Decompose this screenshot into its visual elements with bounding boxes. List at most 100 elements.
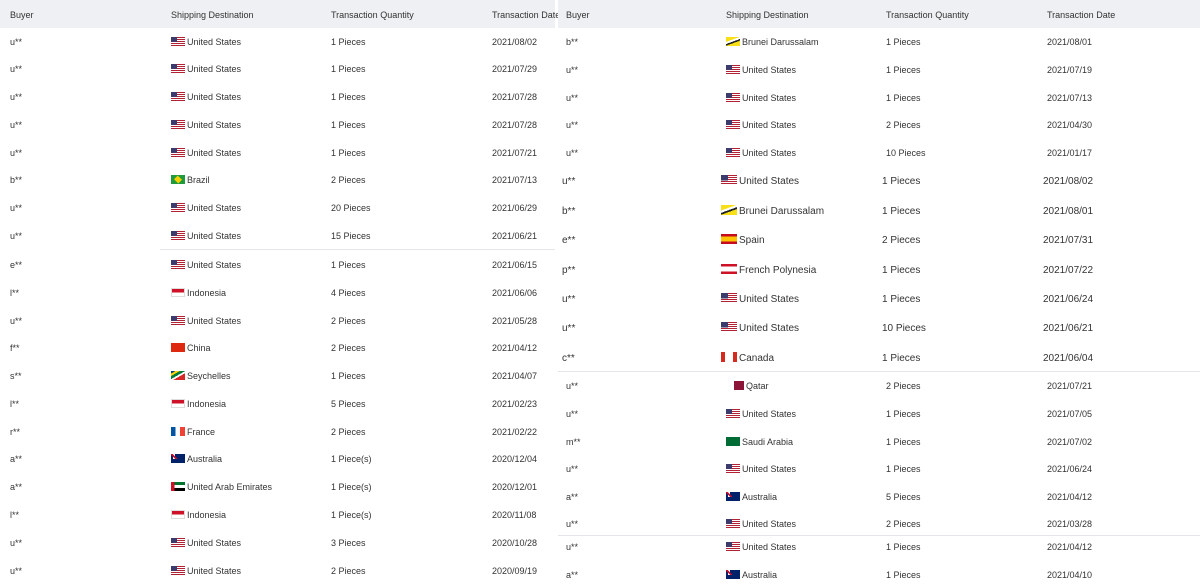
- buyer-cell: c**: [562, 353, 575, 364]
- quantity-cell: 2 Pieces: [882, 235, 921, 246]
- quantity-cell: 1 Pieces: [886, 570, 921, 580]
- quantity-cell: 1 Pieces: [886, 93, 921, 103]
- quantity-cell: 1 Pieces: [886, 437, 921, 447]
- date-cell: 2021/05/28: [492, 316, 538, 326]
- destination-label: Indonesia: [187, 510, 227, 520]
- buyer-cell: u**: [10, 92, 23, 102]
- bn-flag-icon: [726, 37, 740, 46]
- quantity-cell: 1 Pieces: [331, 148, 366, 158]
- destination-cell: United States: [171, 565, 241, 577]
- destination-cell: Brunei Darussalam: [721, 205, 824, 218]
- date-cell: 2021/07/28: [492, 120, 538, 130]
- quantity-cell: 10 Pieces: [886, 148, 926, 158]
- date-cell: 2021/03/28: [1047, 519, 1093, 529]
- destination-label: United States: [742, 409, 797, 419]
- date-cell: 2021/07/19: [1047, 65, 1093, 75]
- date-cell: 2021/07/29: [492, 64, 538, 74]
- buyer-cell: l**: [10, 399, 20, 409]
- qa-flag-icon: [730, 381, 744, 390]
- destination-label: United States: [739, 323, 800, 334]
- us-flag-icon: [171, 92, 185, 101]
- table-header: Buyer Shipping Destination Transaction Q…: [0, 0, 560, 28]
- date-cell: 2021/06/04: [1043, 353, 1094, 364]
- destination-label: Brunei Darussalam: [742, 37, 819, 47]
- fr-flag-icon: [171, 427, 185, 436]
- quantity-cell: 1 Piece(s): [331, 482, 372, 492]
- bn-flag-icon: [721, 205, 737, 215]
- destination-cell: United States: [171, 537, 241, 549]
- date-cell: 2020/10/28: [492, 538, 538, 548]
- date-cell: 2020/09/19: [492, 566, 538, 576]
- quantity-cell: 1 Pieces: [886, 409, 921, 419]
- destination-cell: United States: [171, 91, 241, 103]
- us-flag-icon: [721, 293, 737, 303]
- quantity-cell: 1 Pieces: [331, 260, 366, 270]
- destination-label: Brunei Darussalam: [739, 206, 825, 217]
- destination-cell: United States: [171, 315, 241, 327]
- buyer-cell: a**: [10, 482, 23, 492]
- buyer-cell: u**: [566, 409, 579, 419]
- destination-label: United States: [742, 93, 797, 103]
- quantity-cell: 2 Pieces: [331, 427, 366, 437]
- destination-cell: United States: [726, 64, 796, 76]
- destination-column-header: Shipping Destination: [726, 10, 809, 20]
- buyer-cell: b**: [10, 175, 23, 185]
- quantity-column-header: Transaction Quantity: [331, 10, 414, 20]
- date-cell: 2021/06/24: [1043, 294, 1094, 305]
- quantity-cell: 2 Pieces: [331, 175, 366, 185]
- quantity-cell: 2 Pieces: [331, 316, 366, 326]
- date-cell: 2021/07/28: [492, 92, 538, 102]
- destination-cell: United States: [726, 408, 796, 420]
- buyer-cell: a**: [10, 454, 23, 464]
- date-column-header: Transaction Date: [1047, 10, 1116, 20]
- destination-cell: United States: [726, 92, 796, 104]
- destination-cell: Indonesia: [171, 398, 226, 410]
- us-flag-icon: [721, 322, 737, 332]
- buyer-cell: u**: [566, 120, 579, 130]
- destination-cell: United States: [171, 119, 241, 131]
- us-flag-icon: [171, 64, 185, 73]
- date-cell: 2021/07/21: [492, 148, 538, 158]
- destination-cell: United States: [726, 147, 796, 159]
- destination-cell: United States: [171, 147, 241, 159]
- quantity-cell: 2 Pieces: [886, 519, 921, 529]
- date-cell: 2021/07/13: [1047, 93, 1093, 103]
- buyer-cell: b**: [566, 37, 579, 47]
- quantity-cell: 5 Pieces: [886, 492, 921, 502]
- sa-flag-icon: [726, 437, 740, 446]
- quantity-cell: 1 Pieces: [882, 353, 921, 364]
- buyer-cell: u**: [566, 93, 579, 103]
- destination-label: United States: [742, 65, 797, 75]
- date-cell: 2020/11/08: [492, 510, 537, 520]
- destination-cell: Australia: [726, 569, 777, 581]
- date-cell: 2021/07/31: [1043, 235, 1094, 246]
- buyer-cell: u**: [566, 148, 579, 158]
- left-transaction-table: Buyer Shipping Destination Transaction Q…: [0, 0, 560, 585]
- transactions-page: Buyer Shipping Destination Transaction Q…: [0, 0, 1200, 585]
- quantity-cell: 2 Pieces: [331, 343, 366, 353]
- destination-label: United Arab Emirates: [187, 482, 273, 492]
- destination-label: Brazil: [187, 175, 210, 185]
- us-flag-icon: [171, 538, 185, 547]
- buyer-column-header: Buyer: [10, 10, 34, 20]
- row-divider: [160, 249, 555, 250]
- destination-label: China: [187, 343, 211, 353]
- quantity-cell: 1 Pieces: [331, 37, 366, 47]
- destination-cell: United States: [726, 518, 796, 530]
- destination-cell: United States: [171, 202, 241, 214]
- us-flag-icon: [726, 464, 740, 473]
- date-cell: 2021/04/12: [1047, 492, 1093, 502]
- destination-label: United States: [187, 37, 242, 47]
- destination-cell: United States: [726, 463, 796, 475]
- buyer-cell: u**: [566, 464, 579, 474]
- quantity-cell: 20 Pieces: [331, 203, 371, 213]
- date-cell: 2021/04/07: [492, 371, 538, 381]
- buyer-cell: u**: [566, 519, 579, 529]
- buyer-cell: e**: [10, 260, 23, 270]
- destination-cell: United States: [721, 293, 799, 306]
- date-cell: 2021/02/23: [492, 399, 538, 409]
- destination-label: Indonesia: [187, 399, 227, 409]
- destination-label: United States: [739, 176, 800, 187]
- destination-cell: China: [171, 342, 211, 354]
- destination-label: Australia: [742, 492, 778, 502]
